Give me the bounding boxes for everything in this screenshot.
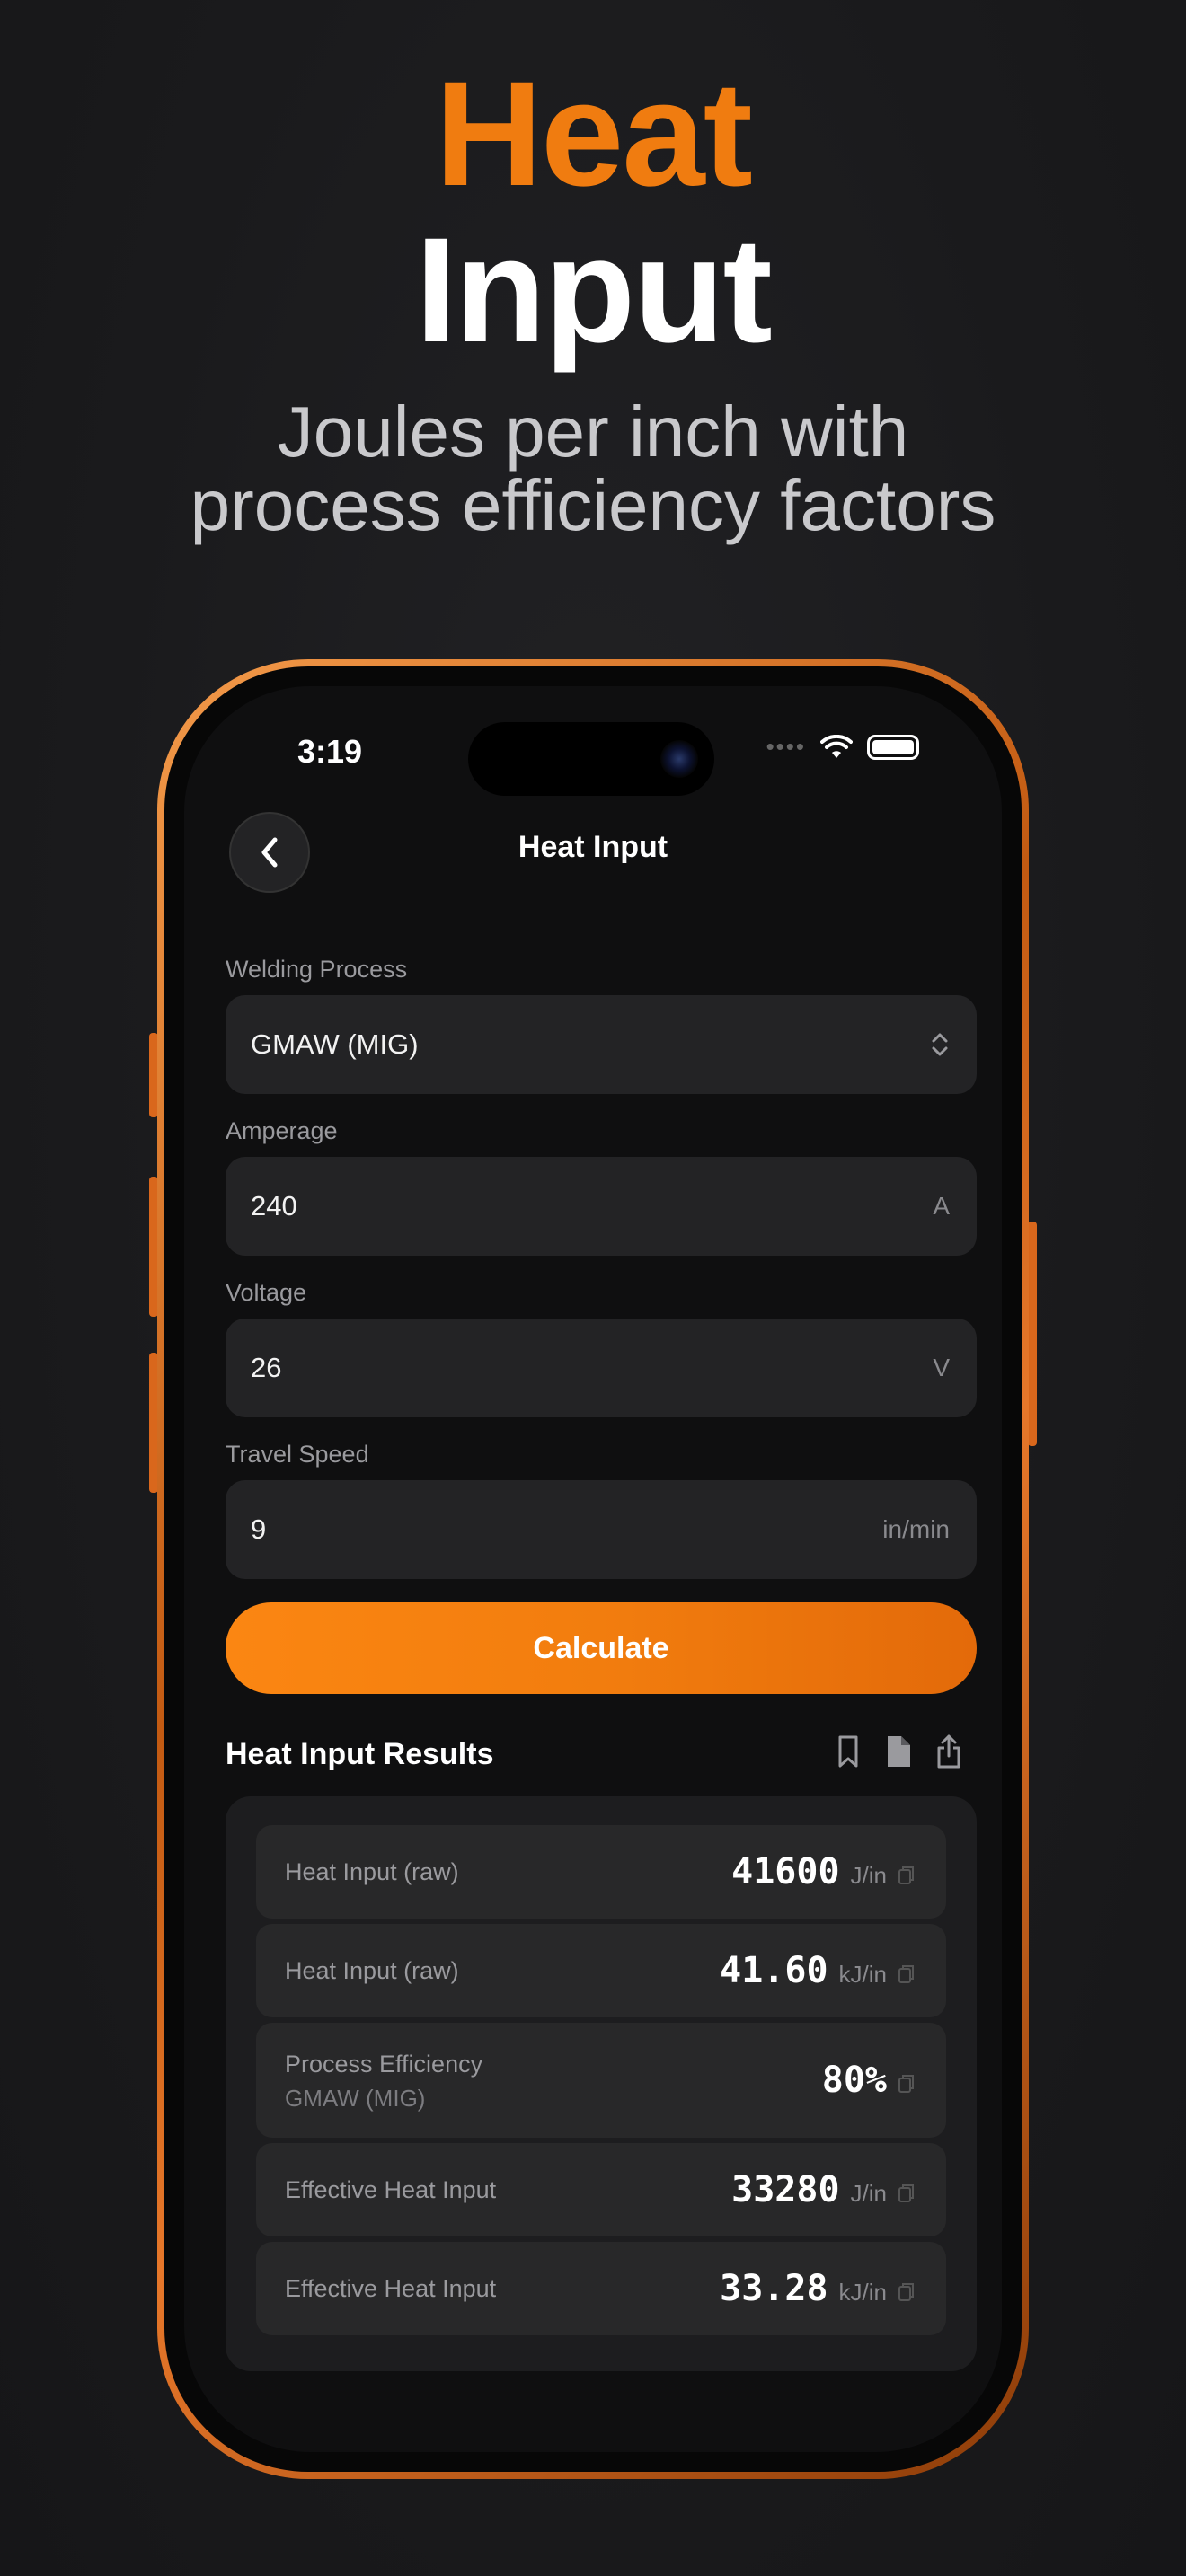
process-select[interactable]: GMAW (MIG) (226, 995, 977, 1094)
cellular-dots-icon: •••• (766, 733, 806, 760)
result-value: 41.60 (720, 1950, 828, 1991)
app-store-screenshot: Heat Input Joules per inch with process … (0, 0, 1186, 2576)
battery-icon (867, 734, 919, 760)
hero-title-heat: Heat (435, 51, 753, 217)
nav-title: Heat Input (518, 830, 668, 864)
result-row: Effective Heat Input 33.28 kJ/in (256, 2242, 946, 2335)
amperage-label: Amperage (226, 1117, 338, 1144)
result-row: Effective Heat Input 33280 J/in (256, 2143, 946, 2236)
hero-title-input: Input (415, 207, 773, 374)
status-time: 3:19 (297, 733, 363, 770)
results-panel: Heat Input (raw) 41600 J/in Heat Input (… (226, 1796, 977, 2371)
hero-subtitle: Joules per inch with process efficiency … (0, 395, 1186, 543)
hero-subtitle-line2: process efficiency factors (190, 465, 996, 545)
copy-icon[interactable] (898, 1963, 916, 1985)
amperage-value: 240 (251, 1190, 297, 1222)
travel-speed-input[interactable]: 9 in/min (226, 1480, 977, 1579)
results-title: Heat Input Results (226, 1737, 494, 1771)
copy-icon[interactable] (898, 2183, 916, 2204)
calculate-button[interactable]: Calculate (226, 1602, 977, 1694)
result-label: Process Efficiency (285, 2051, 483, 2078)
process-label: Welding Process (226, 956, 408, 983)
result-value: 33.28 (720, 2268, 828, 2309)
result-value: 80% (821, 2060, 887, 2101)
result-label: Effective Heat Input (285, 2275, 497, 2302)
travel-speed-value: 9 (251, 1513, 267, 1545)
result-row: Process Efficiency GMAW (MIG) 80% (256, 2023, 946, 2138)
result-value: 33280 (731, 2169, 840, 2210)
bookmark-icon[interactable] (833, 1734, 863, 1769)
phone-bezel: 3:19 •••• Heat Input Welding Process GMA… (164, 666, 1022, 2472)
result-unit: J/in (850, 2179, 887, 2207)
result-value: 41600 (731, 1851, 840, 1892)
copy-icon[interactable] (898, 2281, 916, 2303)
amperage-input[interactable]: 240 A (226, 1157, 977, 1256)
result-label: Heat Input (raw) (285, 1957, 459, 1984)
result-row: Heat Input (raw) 41600 J/in (256, 1825, 946, 1919)
share-icon[interactable] (934, 1734, 964, 1769)
result-label: Effective Heat Input (285, 2176, 497, 2203)
result-unit: kJ/in (838, 1960, 887, 1988)
voltage-unit: V (933, 1354, 950, 1381)
result-row: Heat Input (raw) 41.60 kJ/in (256, 1924, 946, 2017)
result-sublabel: GMAW (MIG) (285, 2085, 426, 2112)
result-label: Heat Input (raw) (285, 1858, 459, 1885)
travel-speed-label: Travel Speed (226, 1441, 369, 1468)
power-button (1028, 1222, 1037, 1446)
status-icons: •••• (766, 733, 919, 761)
travel-speed-unit: in/min (882, 1515, 950, 1543)
hero-subtitle-line1: Joules per inch with (277, 392, 909, 472)
amperage-unit: A (933, 1192, 950, 1220)
phone-frame: 3:19 •••• Heat Input Welding Process GMA… (157, 659, 1029, 2479)
document-icon[interactable] (883, 1734, 914, 1769)
chevron-up-down-icon (932, 1033, 948, 1056)
voltage-input[interactable]: 26 V (226, 1319, 977, 1417)
dynamic-island (468, 722, 714, 796)
results-actions (833, 1734, 964, 1769)
voltage-label: Voltage (226, 1279, 307, 1306)
voltage-value: 26 (251, 1352, 282, 1383)
copy-icon[interactable] (898, 1865, 916, 1886)
phone-screen: 3:19 •••• Heat Input Welding Process GMA… (184, 686, 1002, 2452)
result-unit: kJ/in (838, 2278, 887, 2306)
result-unit: J/in (850, 1861, 887, 1889)
copy-icon[interactable] (898, 2073, 916, 2095)
camera-icon (660, 740, 698, 778)
process-value: GMAW (MIG) (251, 1028, 419, 1060)
wifi-icon (820, 734, 853, 758)
